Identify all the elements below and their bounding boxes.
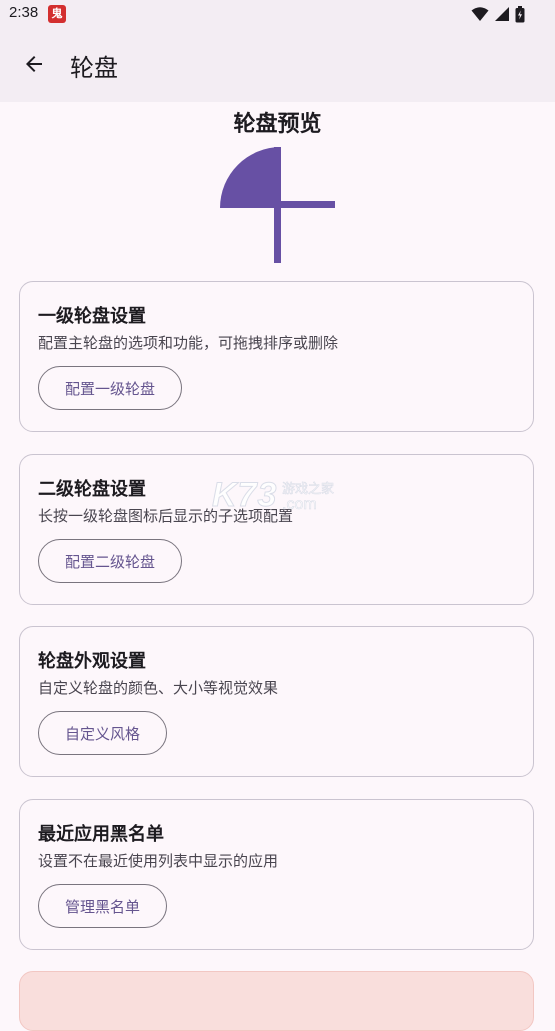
card-danger-partial	[19, 971, 534, 1031]
arrow-left-icon	[26, 56, 42, 72]
card-description: 长按一级轮盘图标后显示的子选项配置	[38, 507, 294, 525]
card-description: 设置不在最近使用列表中显示的应用	[38, 852, 279, 870]
customize-style-button[interactable]: 自定义风格	[38, 711, 168, 755]
card-description: 自定义轮盘的颜色、大小等视觉效果	[38, 679, 279, 697]
configure-primary-wheel-button[interactable]: 配置一级轮盘	[38, 366, 183, 410]
card-primary-wheel: 一级轮盘设置 配置主轮盘的选项和功能，可拖拽排序或删除 配置一级轮盘	[19, 281, 534, 432]
status-bar: 2:38 鬼	[0, 0, 555, 28]
card-secondary-wheel: 二级轮盘设置 长按一级轮盘图标后显示的子选项配置 配置二级轮盘	[19, 454, 534, 605]
configure-secondary-wheel-button[interactable]: 配置二级轮盘	[38, 539, 183, 583]
status-time: 2:38	[9, 4, 39, 21]
wheel-preview-graphic	[220, 147, 335, 263]
card-title: 最近应用黑名单	[38, 824, 164, 845]
wheel-sector	[220, 147, 281, 208]
wheel-horizontal-axis	[274, 201, 335, 208]
card-recent-apps-blacklist: 最近应用黑名单 设置不在最近使用列表中显示的应用 管理黑名单	[19, 799, 534, 950]
card-appearance: 轮盘外观设置 自定义轮盘的颜色、大小等视觉效果 自定义风格	[19, 626, 534, 777]
signal-icon	[495, 7, 509, 21]
wheel-preview-title: 轮盘预览	[233, 112, 322, 137]
back-button[interactable]	[12, 42, 56, 86]
manage-blacklist-button[interactable]: 管理黑名单	[38, 884, 168, 928]
card-title: 二级轮盘设置	[38, 479, 146, 500]
card-title: 一级轮盘设置	[38, 306, 146, 327]
status-icons	[471, 5, 525, 23]
page-title: 轮盘	[70, 54, 118, 82]
wifi-icon	[471, 7, 489, 21]
battery-icon	[515, 5, 525, 22]
notification-app-icon: 鬼	[48, 5, 66, 23]
card-title: 轮盘外观设置	[38, 651, 146, 672]
top-app-bar: 轮盘	[0, 28, 555, 102]
card-description: 配置主轮盘的选项和功能，可拖拽排序或删除	[38, 334, 339, 352]
